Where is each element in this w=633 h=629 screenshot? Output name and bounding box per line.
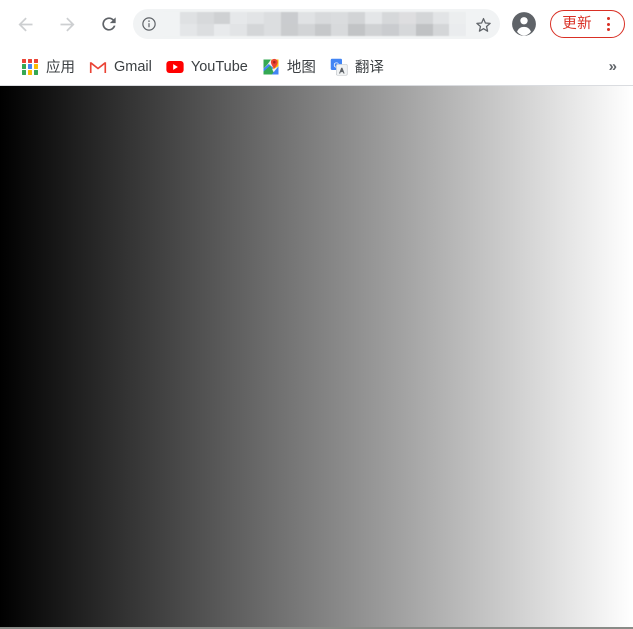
- forward-arrow-icon: [60, 17, 74, 31]
- reload-icon: [102, 17, 116, 31]
- mosaic-tile: [230, 12, 248, 24]
- avatar[interactable]: [508, 8, 540, 40]
- bookmark-item-apps[interactable]: 应用: [14, 54, 82, 80]
- google-translate-icon: G: [330, 58, 348, 76]
- profile-avatar-icon: [512, 12, 537, 36]
- kebab-menu-icon[interactable]: [599, 14, 617, 34]
- address-bar[interactable]: [133, 9, 501, 39]
- mosaic-tile: [230, 24, 248, 36]
- mosaic-tile: [163, 12, 180, 24]
- grayscale-gradient: [0, 86, 633, 629]
- apps-grid-shape: [22, 58, 38, 75]
- update-button-label: 更新: [562, 15, 592, 32]
- gmail-envelope-icon: [89, 61, 107, 73]
- mosaic-tile: [348, 24, 366, 36]
- mosaic-tile: [264, 12, 281, 24]
- mosaic-tile: [449, 24, 467, 36]
- mosaic-tile: [213, 24, 231, 36]
- mosaic-tile: [179, 24, 197, 36]
- back-button[interactable]: [10, 9, 40, 39]
- mosaic-tile: [297, 24, 315, 36]
- mosaic-tile: [381, 12, 399, 24]
- bookmark-item-gmail[interactable]: Gmail: [82, 54, 159, 80]
- reload-button[interactable]: [94, 9, 124, 39]
- mosaic-tile: [280, 24, 298, 36]
- bookmark-label: 地图: [286, 60, 316, 76]
- kebab-dot: [606, 16, 610, 20]
- mosaic-tile: [381, 24, 399, 36]
- mosaic-tile: [331, 24, 349, 36]
- mosaic-tile: [415, 12, 433, 24]
- translate-icon: G: [330, 58, 348, 76]
- forward-button[interactable]: [52, 9, 82, 39]
- page-content: [0, 86, 633, 629]
- mosaic-tile: [331, 12, 349, 24]
- mosaic-tile: [432, 12, 450, 24]
- mosaic-tile: [297, 12, 315, 24]
- mosaic-tile: [348, 12, 366, 24]
- url-blur-mosaic: [163, 12, 467, 36]
- google-maps-icon: [262, 58, 280, 76]
- browser-window: 更新 应用 Gmail YouTube 地图 翻译 »: [0, 0, 633, 629]
- back-arrow-icon: [18, 17, 32, 31]
- kebab-dot: [606, 22, 610, 26]
- mosaic-tile: [398, 24, 416, 36]
- update-button[interactable]: 更新: [550, 10, 625, 38]
- apps-grid-icon: [21, 58, 39, 76]
- maps-pin-icon: [263, 58, 279, 74]
- mosaic-tile: [314, 24, 332, 36]
- mosaic-tile: [280, 12, 298, 24]
- mosaic-tile: [449, 12, 467, 24]
- page-info-icon[interactable]: [135, 9, 163, 39]
- mosaic-tile: [163, 24, 180, 36]
- mosaic-tile: [398, 12, 416, 24]
- bookmark-label: 翻译: [354, 60, 384, 76]
- bookmarks-overflow-button[interactable]: »: [599, 59, 627, 74]
- bookmark-label: YouTube: [190, 58, 248, 75]
- info-circle-icon: [142, 17, 156, 31]
- mosaic-tile: [247, 12, 265, 24]
- url-text-redacted[interactable]: [163, 9, 467, 39]
- bookmark-item-youtube[interactable]: YouTube: [159, 54, 255, 80]
- kebab-dot: [606, 28, 610, 32]
- bookmark-item-maps[interactable]: 地图: [255, 54, 323, 80]
- youtube-play-icon: [166, 60, 184, 73]
- bookmark-label: 应用: [46, 60, 75, 76]
- bookmark-item-translate[interactable]: G 翻译: [323, 54, 391, 80]
- mosaic-tile: [314, 12, 332, 24]
- bookmark-star-button[interactable]: [466, 9, 500, 39]
- star-icon: [475, 17, 491, 32]
- mosaic-tile: [432, 24, 450, 36]
- mosaic-tile: [179, 12, 197, 24]
- bookmark-label: Gmail: [114, 58, 152, 75]
- mosaic-tile: [196, 12, 214, 24]
- mosaic-tile: [365, 12, 382, 24]
- mosaic-tile: [247, 24, 265, 36]
- youtube-icon: [166, 58, 184, 76]
- mosaic-tile: [365, 24, 382, 36]
- mosaic-tile: [415, 24, 433, 36]
- browser-toolbar: 更新: [0, 0, 633, 48]
- mosaic-tile: [264, 24, 281, 36]
- mosaic-tile: [196, 24, 214, 36]
- bookmarks-bar: 应用 Gmail YouTube 地图 翻译 »: [0, 48, 633, 86]
- gmail-icon: [89, 58, 107, 76]
- mosaic-tile: [213, 12, 231, 24]
